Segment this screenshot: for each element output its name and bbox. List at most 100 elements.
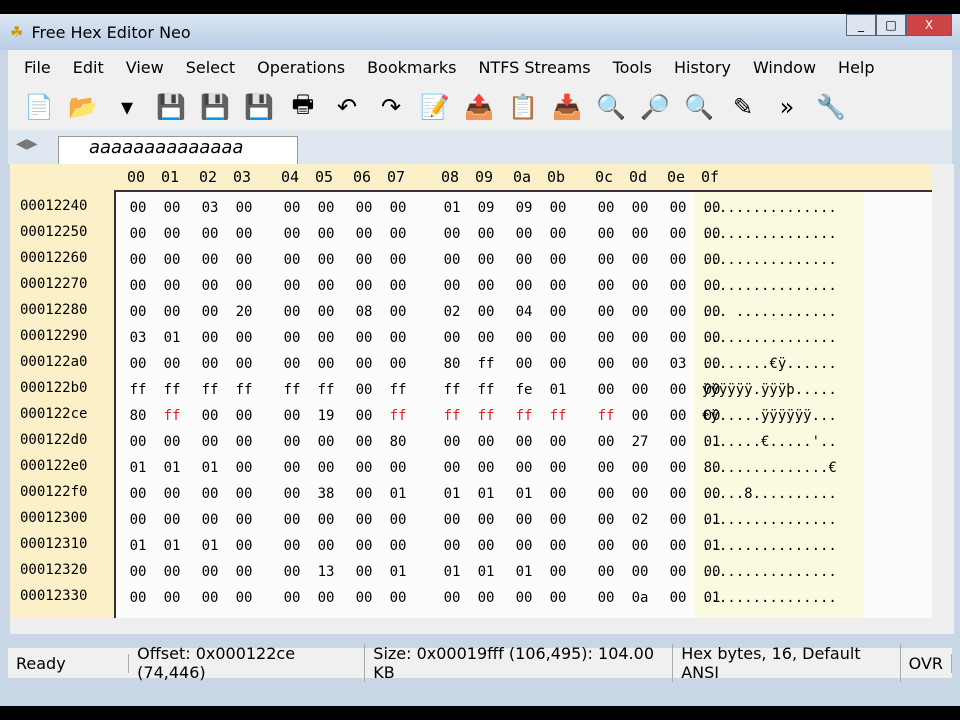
hex-byte[interactable]: 00 [700,252,724,268]
hex-byte[interactable]: 00 [198,330,222,346]
hex-byte[interactable]: 00 [352,564,376,580]
tab-nav-arrows-icon[interactable]: ◀▶ [16,136,38,152]
hex-byte[interactable]: 00 [440,512,464,528]
hex-byte[interactable]: 00 [160,252,184,268]
hex-byte[interactable]: 00 [666,200,690,216]
hex-byte[interactable]: 00 [314,226,338,242]
hex-byte[interactable]: 00 [512,538,536,554]
hex-byte[interactable]: ff [474,356,498,372]
hex-byte[interactable]: 00 [314,590,338,606]
hex-byte[interactable]: ff [440,408,464,424]
hex-byte[interactable]: 00 [280,278,304,294]
hex-byte[interactable]: 00 [628,564,652,580]
hex-byte[interactable]: 00 [386,356,410,372]
hex-byte[interactable]: 00 [594,486,618,502]
hex-byte[interactable]: 00 [440,226,464,242]
hex-byte[interactable]: 00 [352,278,376,294]
hex-byte[interactable]: 00 [198,278,222,294]
hex-byte[interactable]: 01 [160,460,184,476]
hex-byte[interactable]: 00 [512,460,536,476]
hex-byte[interactable]: 00 [666,408,690,424]
hex-byte[interactable]: 00 [512,226,536,242]
hex-byte[interactable]: 00 [474,330,498,346]
hex-byte[interactable]: 00 [160,304,184,320]
hex-byte[interactable]: 00 [700,356,724,372]
hex-byte[interactable]: 00 [546,304,570,320]
hex-byte[interactable]: ff [198,382,222,398]
hex-byte[interactable]: 00 [126,252,150,268]
hex-byte[interactable]: 00 [628,304,652,320]
hex-byte[interactable]: 00 [352,512,376,528]
hex-byte[interactable]: 01 [440,564,464,580]
hex-byte[interactable]: 00 [280,460,304,476]
hex-byte[interactable]: 00 [666,330,690,346]
hex-pane[interactable]: ........................................… [114,190,932,622]
hex-byte[interactable]: 00 [666,278,690,294]
hex-byte[interactable]: 00 [628,278,652,294]
hex-byte[interactable]: 00 [314,356,338,372]
hex-byte[interactable]: 00 [386,252,410,268]
hex-byte[interactable]: 00 [440,538,464,554]
hex-byte[interactable]: 00 [352,382,376,398]
hex-byte[interactable]: 00 [512,590,536,606]
hex-byte[interactable]: 00 [440,590,464,606]
hex-byte[interactable]: 00 [546,356,570,372]
horizontal-scrollbar[interactable] [10,618,954,634]
hex-byte[interactable]: 00 [700,200,724,216]
hex-byte[interactable]: 00 [198,304,222,320]
hex-byte[interactable]: 00 [512,252,536,268]
hex-byte[interactable]: 80 [126,408,150,424]
vertical-scrollbar[interactable] [932,164,954,620]
hex-byte[interactable]: 00 [386,330,410,346]
hex-byte[interactable]: 00 [474,460,498,476]
hex-byte[interactable]: 00 [198,434,222,450]
save-all-icon[interactable]: 💾 [242,90,276,124]
hex-byte[interactable]: ff [546,408,570,424]
hex-byte[interactable]: 00 [232,226,256,242]
hex-byte[interactable]: 02 [628,512,652,528]
hex-byte[interactable]: 00 [594,434,618,450]
menu-window[interactable]: Window [753,58,816,77]
hex-byte[interactable]: 00 [628,200,652,216]
hex-byte[interactable]: 00 [198,252,222,268]
hex-byte[interactable]: 00 [386,200,410,216]
hex-byte[interactable]: 27 [628,434,652,450]
save-as-icon[interactable]: 💾 [198,90,232,124]
hex-byte[interactable]: 00 [314,434,338,450]
hex-byte[interactable]: 00 [198,590,222,606]
menu-view[interactable]: View [126,58,164,77]
edit-icon[interactable]: 📝 [418,90,452,124]
hex-byte[interactable]: 00 [160,486,184,502]
hex-byte[interactable]: 00 [546,590,570,606]
hex-byte[interactable]: 00 [314,252,338,268]
hex-byte[interactable]: 00 [232,486,256,502]
hex-byte[interactable]: 00 [280,564,304,580]
hex-byte[interactable]: 00 [352,538,376,554]
hex-byte[interactable]: 00 [386,278,410,294]
hex-editor[interactable]: 00 01 02 03 04 05 06 07 08 09 0a 0b 0c 0d 0e 0f .......… [10,164,954,634]
hex-byte[interactable]: ff [440,382,464,398]
hex-byte[interactable]: 00 [198,564,222,580]
hex-byte[interactable]: 20 [232,304,256,320]
hex-byte[interactable]: 00 [512,278,536,294]
settings-icon[interactable]: 🔧 [814,90,848,124]
hex-byte[interactable]: 00 [280,200,304,216]
hex-byte[interactable]: 00 [594,460,618,476]
menu-tools[interactable]: Tools [613,58,652,77]
hex-byte[interactable]: 00 [160,226,184,242]
hex-byte[interactable]: 00 [594,252,618,268]
hex-byte[interactable]: 00 [352,356,376,372]
hex-byte[interactable]: 01 [386,486,410,502]
hex-byte[interactable]: 38 [314,486,338,502]
hex-byte[interactable]: 00 [314,330,338,346]
close-button[interactable]: X [906,14,952,36]
export-icon[interactable]: 📤 [462,90,496,124]
hex-byte[interactable]: 00 [700,304,724,320]
hex-byte[interactable]: 00 [160,200,184,216]
hex-byte[interactable]: 00 [440,330,464,346]
hex-byte[interactable]: 01 [474,564,498,580]
hex-byte[interactable]: 00 [628,382,652,398]
hex-byte[interactable]: 00 [280,252,304,268]
hex-byte[interactable]: ff [474,382,498,398]
hex-byte[interactable]: 00 [198,486,222,502]
